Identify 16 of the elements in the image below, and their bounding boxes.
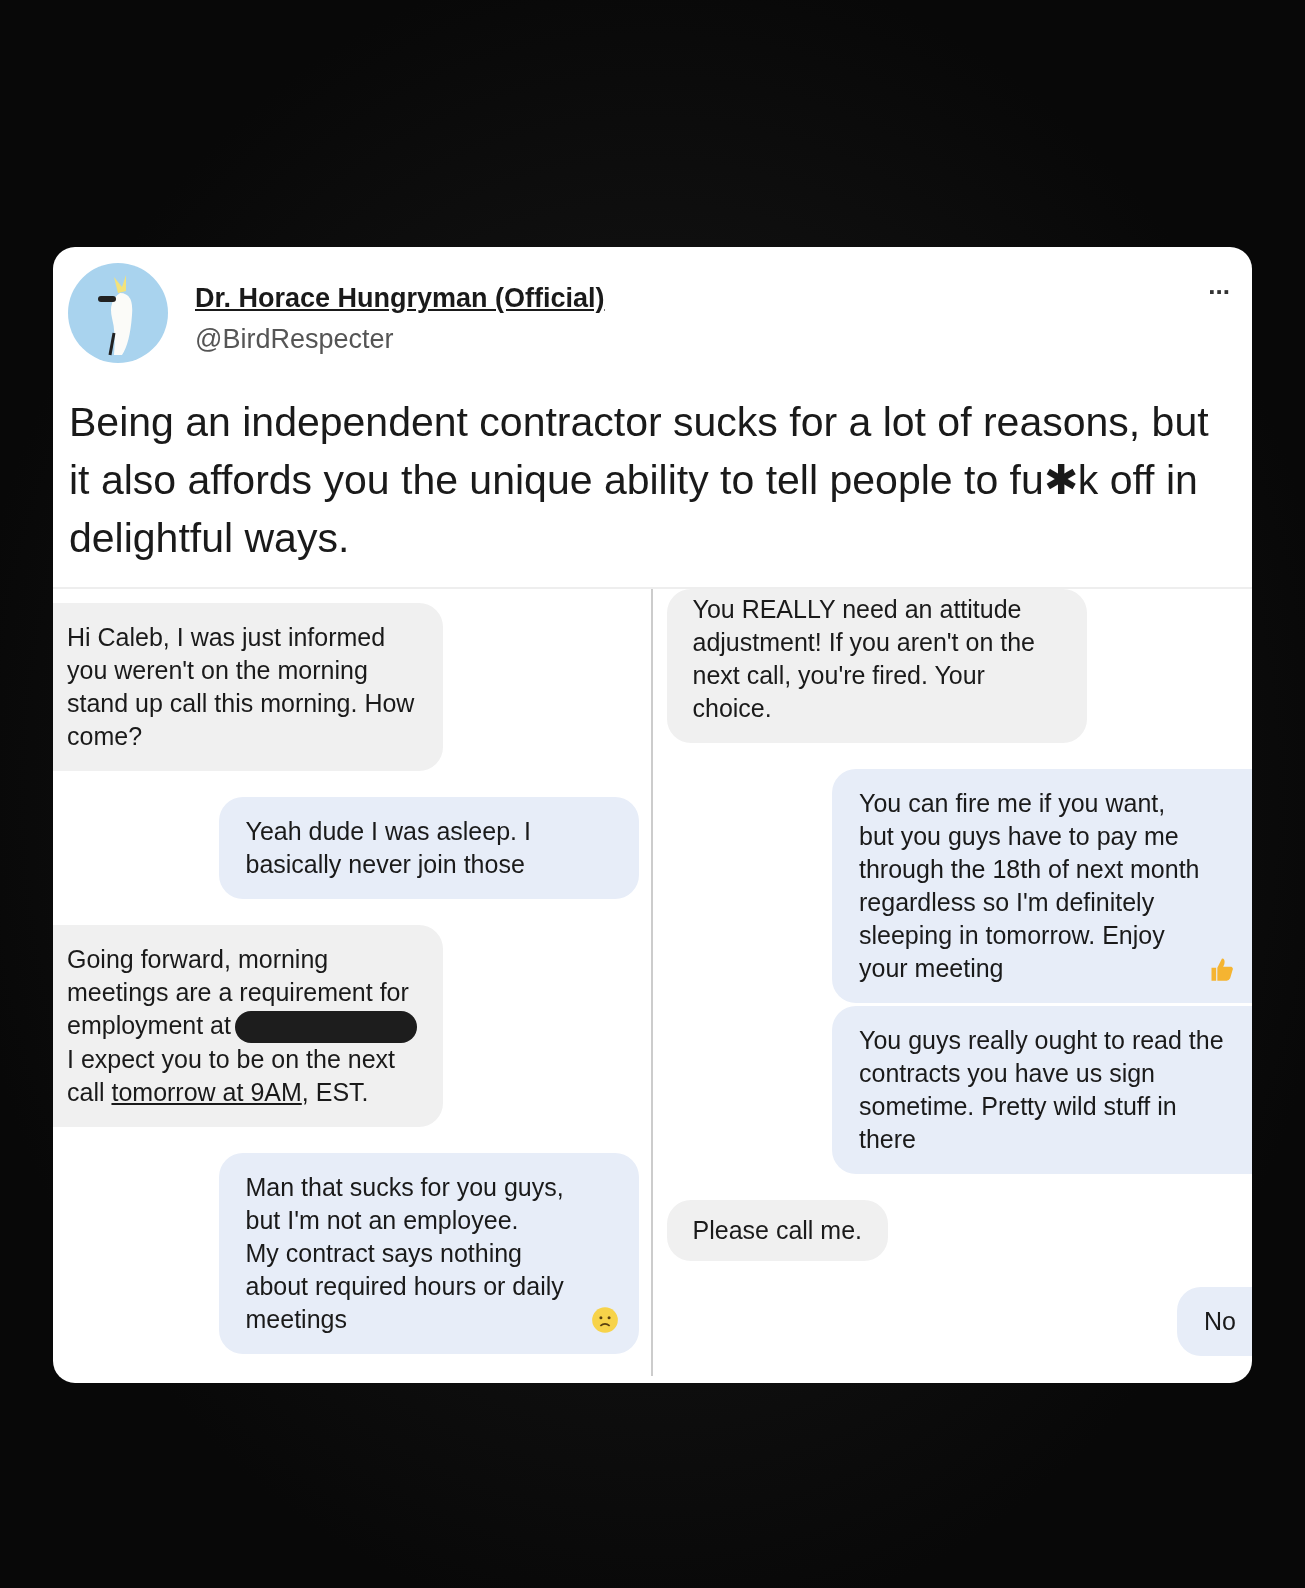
more-button[interactable]: ... xyxy=(1204,275,1234,295)
message-text: You can fire me if you want, but you guys have to pay me through the 18th of next month regardless so I'm definitely sleeping in tomorrow. Enjoy your meeting xyxy=(859,788,1201,984)
message-text: Hi Caleb, I was just informed you weren't on the morning stand up call this morning. How come? xyxy=(67,622,416,752)
message-text: Man that sucks for you guys, but I'm not an employee. My contract says nothing about required hours or daily meetings xyxy=(245,1172,565,1336)
author-handle[interactable]: @BirdRespecter xyxy=(195,324,605,355)
message-link[interactable]: tomorrow at 9AM xyxy=(111,1078,302,1107)
author-name[interactable]: Dr. Horace Hungryman (Official) xyxy=(195,283,605,314)
message-text: Please call me. xyxy=(692,1215,863,1246)
message-text: You REALLY need an attitude adjustment! If you aren't on the next call, you're fired. Your choice. xyxy=(692,594,1036,724)
message-text: You guys really ought to read the contracts you have us sign sometime. Pretty wild stuff in there xyxy=(859,1025,1225,1155)
post-text: Being an independent contractor sucks for a lot of reasons, but it also affords you the unique ability to tell people to fu✱k off in delightful ways. xyxy=(69,398,1210,563)
bird-avatar-icon[interactable] xyxy=(68,263,168,363)
message-text: No xyxy=(1204,1306,1236,1337)
message-text: Going forward, morning meetings are a requirement for employment at I expect you to be on the next call tomorrow at 9AM, EST. xyxy=(67,943,423,1110)
sad-face-icon xyxy=(590,1306,619,1335)
message-text: Yeah dude I was asleep. I basically never join those xyxy=(245,816,532,880)
